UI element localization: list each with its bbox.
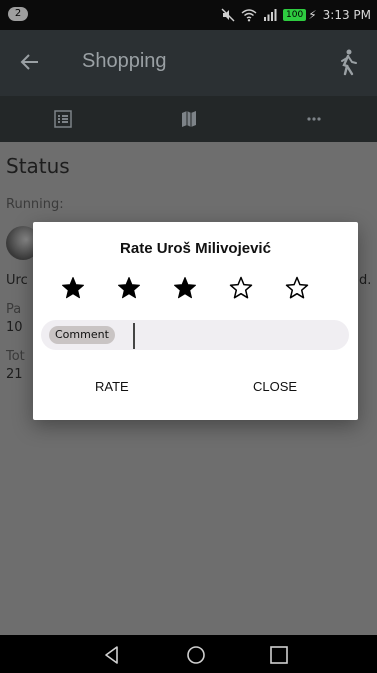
battery-icon: 100 [283,9,307,21]
star-filled-icon[interactable] [117,276,141,300]
status-icons: 100 ⚡ 3:13 PM [221,6,371,24]
system-nav-bar [0,635,377,673]
star-empty-icon[interactable] [285,276,309,300]
rate-button[interactable]: RATE [89,372,135,402]
home-circle-icon[interactable] [185,644,207,666]
close-button[interactable]: CLOSE [247,372,303,402]
star-rating [61,276,351,306]
recents-square-icon[interactable] [268,644,290,666]
dialog-title: Rate Uroš Milivojević [120,240,271,257]
star-filled-icon[interactable] [61,276,85,300]
screen: 2 100 ⚡ 3:13 PM Shopping Status Running:… [0,0,377,673]
status-time: 3:13 PM [322,8,371,22]
back-triangle-icon[interactable] [101,644,123,666]
status-bar: 2 100 ⚡ 3:13 PM [0,0,377,30]
comment-row: Comment [41,320,351,350]
star-empty-icon[interactable] [229,276,253,300]
star-filled-icon[interactable] [173,276,197,300]
comment-input[interactable] [133,323,351,349]
rate-dialog: Rate Uroš Milivojević Comment RATE CLOSE [33,222,358,420]
signal-icon [264,9,277,21]
wifi-icon [241,9,257,22]
charging-icon: ⚡ [308,8,317,22]
comment-label: Comment [49,326,115,344]
mute-icon [221,8,235,22]
notification-badge: 2 [8,7,28,21]
